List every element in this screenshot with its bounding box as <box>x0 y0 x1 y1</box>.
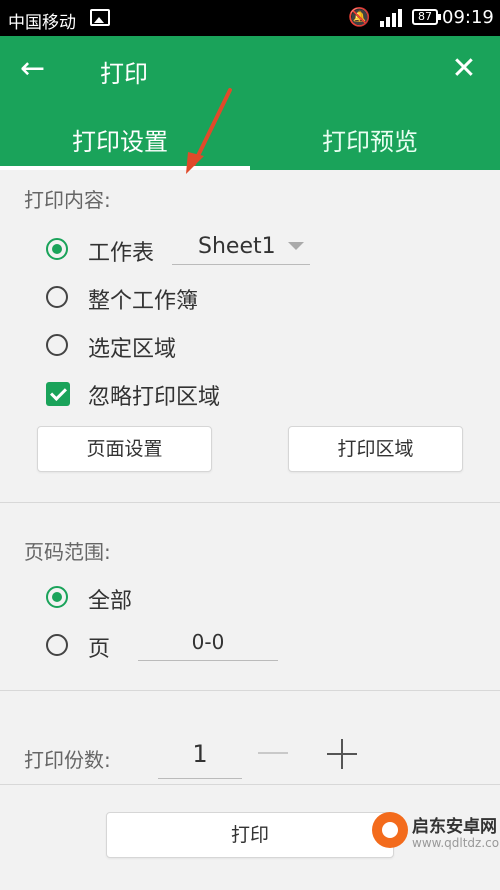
dropdown-arrow-icon <box>288 242 304 250</box>
carrier-name: 中国移动 <box>8 13 76 33</box>
back-arrow-icon[interactable]: ← <box>20 54 50 84</box>
app-bar: ← 打印 ✕ 打印设置 打印预览 <box>0 36 500 174</box>
section-divider <box>0 784 500 785</box>
increase-copies-icon[interactable] <box>327 739 357 769</box>
copies-input[interactable]: 1 <box>158 734 242 779</box>
page-range-input[interactable]: 0-0 <box>138 626 278 661</box>
section-divider <box>0 502 500 503</box>
watermark-name: 启东安卓网 <box>412 817 497 837</box>
checkbox-ignore-print-area[interactable] <box>46 382 70 406</box>
section-divider <box>0 690 500 691</box>
option-page-range-label: 页 <box>88 637 111 662</box>
annotation-arrow-icon <box>186 88 232 174</box>
clock: 09:19 <box>442 7 494 28</box>
tab-print-settings[interactable]: 打印设置 <box>72 122 168 157</box>
print-button[interactable]: 打印 <box>106 812 394 858</box>
mute-icon: 🔕 <box>348 7 371 28</box>
option-whole-workbook-label: 整个工作簿 <box>88 289 199 314</box>
close-icon[interactable]: ✕ <box>448 54 480 86</box>
radio-worksheet[interactable] <box>46 238 68 260</box>
option-all-pages-label: 全部 <box>88 589 133 614</box>
print-area-button[interactable]: 打印区域 <box>288 426 463 472</box>
radio-whole-workbook[interactable] <box>46 286 68 308</box>
radio-all-pages[interactable] <box>46 586 68 608</box>
decrease-copies-icon[interactable] <box>258 752 288 754</box>
watermark-url: www.qdltdz.com <box>412 836 500 850</box>
option-selected-area-label: 选定区域 <box>88 337 177 362</box>
sheet-select[interactable]: Sheet1 <box>172 230 310 265</box>
battery-icon: 87 <box>412 9 441 25</box>
image-notification-icon <box>90 9 110 26</box>
radio-page-range[interactable] <box>46 634 68 656</box>
battery-level: 87 <box>418 10 432 23</box>
status-bar: 中国移动 🔕 87 09:19 <box>0 0 500 36</box>
page-title: 打印 <box>100 60 148 88</box>
print-content-label: 打印内容: <box>24 188 111 212</box>
watermark-logo-icon <box>372 812 408 848</box>
option-worksheet-label: 工作表 <box>88 241 155 266</box>
print-settings-panel: 打印内容: 工作表 Sheet1 整个工作簿 选定区域 忽略打印区域 页面设置 … <box>0 170 500 890</box>
ignore-print-area-label: 忽略打印区域 <box>88 385 221 410</box>
page-setup-button[interactable]: 页面设置 <box>37 426 212 472</box>
signal-icon <box>380 9 404 27</box>
copies-label: 打印份数: <box>24 748 111 772</box>
page-range-label: 页码范围: <box>24 540 111 564</box>
tab-print-preview[interactable]: 打印预览 <box>322 122 418 157</box>
radio-selected-area[interactable] <box>46 334 68 356</box>
sheet-select-value: Sheet1 <box>198 234 276 259</box>
watermark: 启东安卓网 www.qdltdz.com <box>368 808 500 860</box>
